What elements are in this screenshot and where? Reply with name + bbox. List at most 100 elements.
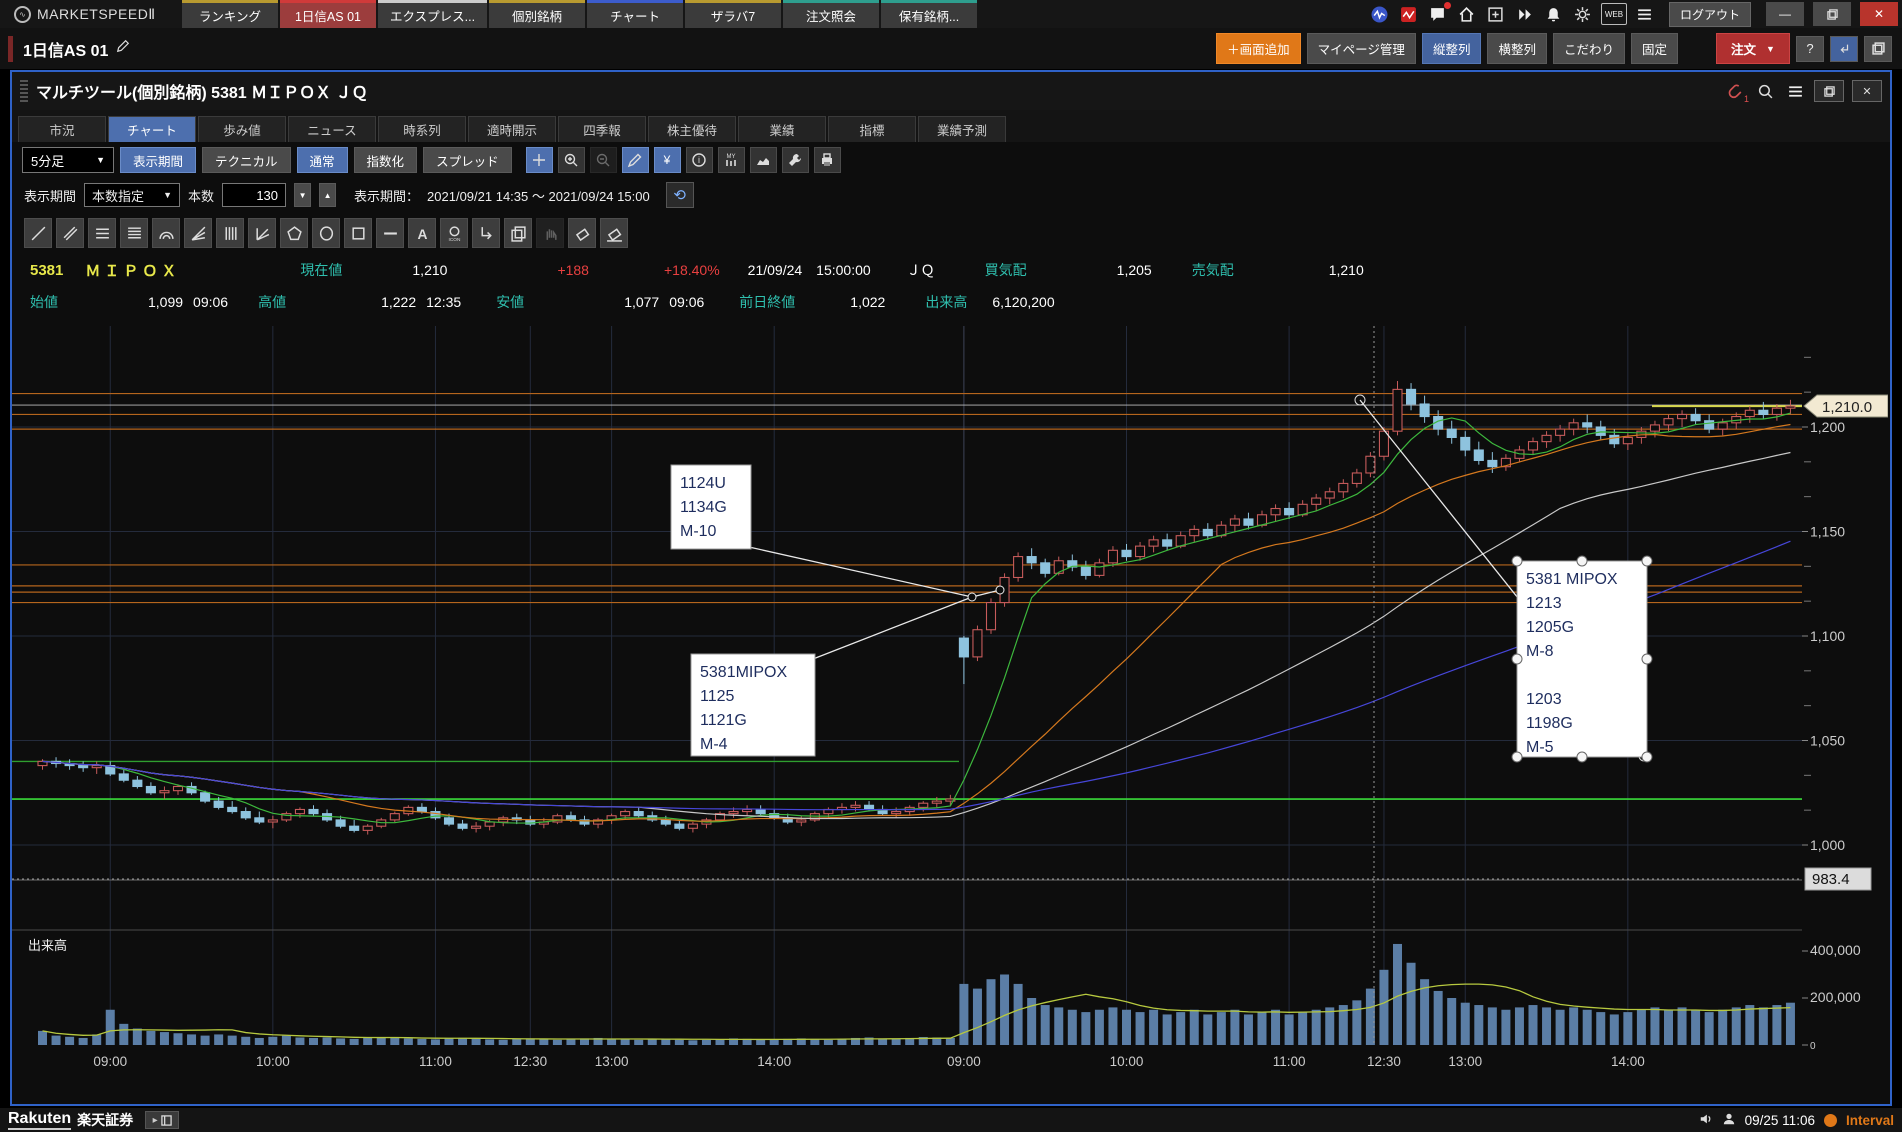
menu-tab-7[interactable]: 注文照会 [783,0,879,28]
pagebar-button-2[interactable]: マイページ管理 [1307,33,1416,64]
toolbar-toggle-1[interactable]: 表示期間 [120,147,196,173]
ellipse-icon[interactable] [312,218,340,248]
pagebar-button-3[interactable]: 縦整列 [1422,33,1482,64]
annotation-box-2[interactable]: 5381MIPOX11251121GM-4 [691,654,815,756]
angle-lines-icon[interactable] [248,218,276,248]
menu-tab-2[interactable]: 1日信AS 01 [280,0,376,28]
window-title-bar[interactable]: マルチツール(個別銘柄) 5381 ＭＩＰＯＸ ＪＱ 1 ✕ [12,72,1890,110]
media-next-icon[interactable] [1514,3,1536,25]
candlestick-chart[interactable]: 1124U1134GM-10 5381MIPOX11251121GM-4 5381 … [12,318,1888,1100]
text-tool-icon[interactable]: A [408,218,436,248]
period-mode-select[interactable]: 本数指定▼ [84,183,180,207]
menu-tab-3[interactable]: エクスプレス... [378,0,487,28]
fibonacci-arc-icon[interactable] [152,218,180,248]
user-icon[interactable] [1722,1112,1736,1129]
hamburger-menu-icon[interactable] [1634,3,1656,25]
pulse-chart-icon[interactable] [1369,3,1391,25]
chart-area[interactable]: 1124U1134GM-10 5381MIPOX11251121GM-4 5381 … [12,318,1890,1105]
return-arrow-button[interactable] [1830,36,1858,62]
pagebar-button-5[interactable]: こだわり [1553,33,1625,64]
my-chart-icon[interactable]: MY [718,147,745,173]
menu-tab-8[interactable]: 保有銘柄... [881,0,977,28]
tab-四季報[interactable]: 四季報 [558,116,646,142]
menu-tab-6[interactable]: ザラバ7 [685,0,781,28]
logout-button[interactable]: ログアウト [1669,2,1751,27]
tab-ニュース[interactable]: ニュース [288,116,376,142]
help-button[interactable]: ? [1796,36,1824,62]
window-menu-icon[interactable] [1784,80,1806,102]
close-button[interactable]: ✕ [1860,2,1898,26]
annotation-box-3[interactable]: 5381 MIPOX12131205GM-812031198GM-5 [1512,556,1652,762]
add-window-icon[interactable] [1485,3,1507,25]
window-layout-button[interactable] [1864,36,1892,62]
eraser-icon[interactable] [568,218,596,248]
tab-業績[interactable]: 業績 [738,116,826,142]
copy-icon[interactable] [504,218,532,248]
vertical-lines-icon[interactable] [216,218,244,248]
tab-適時開示[interactable]: 適時開示 [468,116,556,142]
tab-市況[interactable]: 市況 [18,116,106,142]
count-decrement-button[interactable]: ▼ [294,183,311,207]
reset-period-button[interactable]: ⟲ [666,182,694,208]
speaker-icon[interactable] [1699,1112,1713,1129]
pencil-icon[interactable] [622,147,649,173]
pagebar-button-1[interactable]: ＋画面追加 [1216,33,1301,64]
pagebar-button-4[interactable]: 横整列 [1487,33,1547,64]
restore-button[interactable] [1813,2,1851,26]
yen-icon[interactable]: ¥ [654,147,681,173]
search-icon[interactable] [1754,80,1776,102]
drag-grip[interactable] [20,80,28,102]
menu-tab-5[interactable]: チャート [587,0,683,28]
wrench-icon[interactable] [782,147,809,173]
parallel-lines-icon[interactable] [56,218,84,248]
four-horizontal-lines-icon[interactable] [120,218,148,248]
settings-gear-icon[interactable] [1572,3,1594,25]
rectangle-icon[interactable] [344,218,372,248]
window-close-button[interactable]: ✕ [1852,80,1882,102]
printer-icon[interactable] [814,147,841,173]
crosshair-plus-icon[interactable] [526,147,553,173]
fan-lines-icon[interactable] [184,218,212,248]
web-browser-icon[interactable]: WEB [1601,3,1627,25]
toolbar-toggle-2[interactable]: テクニカル [202,147,291,173]
toolbar-toggle-3[interactable]: 通常 [297,147,348,173]
three-horizontal-lines-icon[interactable] [88,218,116,248]
edit-page-name-icon[interactable] [116,39,130,58]
menu-tab-4[interactable]: 個別銘柄 [489,0,585,28]
minimize-button[interactable]: — [1766,2,1804,26]
count-increment-button[interactable]: ▲ [319,183,336,207]
bell-icon[interactable] [1543,3,1565,25]
icon-stamp-icon[interactable]: ICON [440,218,468,248]
trend-line-icon[interactable] [24,218,52,248]
bar-count-input[interactable]: 130 [222,183,286,207]
zoom-in-icon[interactable] [558,147,585,173]
eraser-line-icon[interactable] [600,218,628,248]
menu-tab-1[interactable]: ランキング [182,0,278,28]
info-icon[interactable]: i [686,147,713,173]
tab-歩み値[interactable]: 歩み値 [198,116,286,142]
taskbar-toggle-button[interactable]: ▸ [145,1111,179,1129]
tab-チャート[interactable]: チャート [108,116,196,142]
pentagon-icon[interactable] [280,218,308,248]
toolbar-toggle-4[interactable]: 指数化 [354,147,418,173]
notification-bubble-icon[interactable] [1427,3,1449,25]
zoom-out-icon[interactable] [590,147,617,173]
timeframe-select[interactable]: 5分足 ▼ [22,147,114,173]
horizontal-segment-icon[interactable] [376,218,404,248]
pagebar-button-6[interactable]: 固定 [1631,33,1678,64]
paperclip-link-icon[interactable]: 1 [1724,80,1746,102]
window-restore-button[interactable] [1814,80,1844,102]
red-chart-icon[interactable] [1398,3,1420,25]
tab-指標[interactable]: 指標 [828,116,916,142]
hand-icon[interactable] [536,218,564,248]
svg-text:M-4: M-4 [700,736,728,753]
annotation-box-1[interactable]: 1124U1134GM-10 [671,465,751,549]
tab-時系列[interactable]: 時系列 [378,116,466,142]
home-icon[interactable] [1456,3,1478,25]
tab-株主優待[interactable]: 株主優待 [648,116,736,142]
arrow-return-icon[interactable] [472,218,500,248]
toolbar-toggle-5[interactable]: スプレッド [423,147,512,173]
area-chart-icon[interactable] [750,147,777,173]
order-button[interactable]: 注文▼ [1716,33,1790,64]
tab-業績予測[interactable]: 業績予測 [918,116,1006,142]
